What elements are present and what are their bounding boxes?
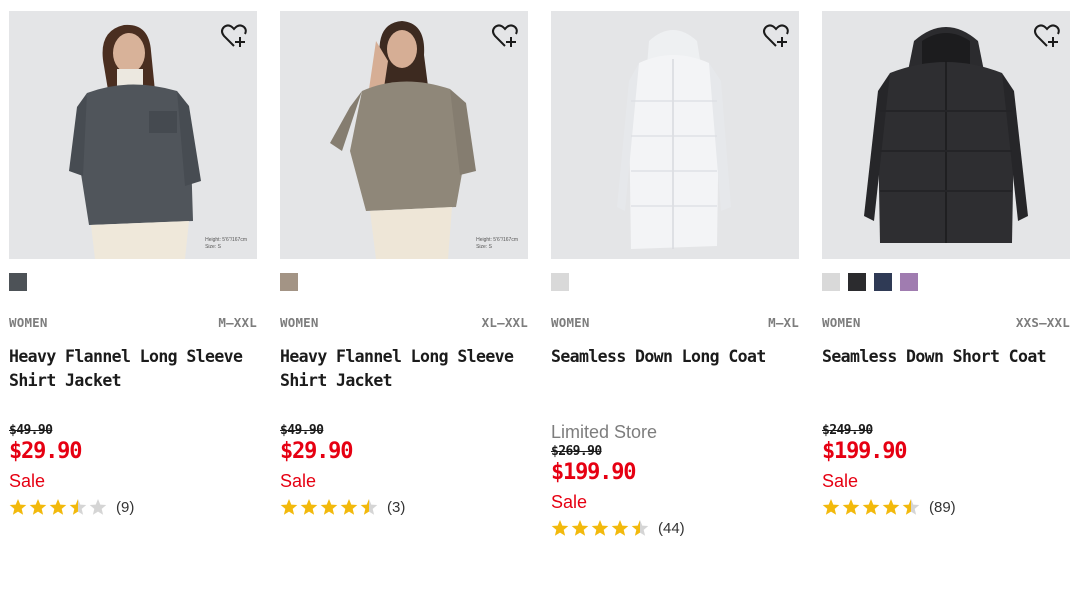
sale-label: Sale xyxy=(822,471,859,491)
star-icon xyxy=(9,499,27,515)
star-icon xyxy=(300,499,318,515)
product-image[interactable] xyxy=(551,11,799,259)
review-count: (3) xyxy=(387,498,406,516)
gender-label: WOMEN xyxy=(9,315,48,330)
original-price: $269.90 xyxy=(551,444,602,459)
sale-price: $199.90 xyxy=(822,439,908,464)
star-icon xyxy=(822,499,840,515)
star-icon xyxy=(320,499,338,515)
star-icon xyxy=(631,520,649,536)
star-icon xyxy=(69,499,87,515)
sale-price: $29.90 xyxy=(9,439,82,464)
model-size-note: Height: 5'6"/167cm Size: S xyxy=(205,237,247,250)
size-range: XXS–XXL xyxy=(1015,315,1070,330)
gender-label: WOMEN xyxy=(551,315,590,330)
price-block: $249.90 $199.90 Sale (89) xyxy=(822,423,1070,518)
star-icon xyxy=(611,520,629,536)
color-swatch[interactable] xyxy=(848,273,866,291)
review-count: (44) xyxy=(658,519,685,537)
original-price: $49.90 xyxy=(280,423,324,438)
star-icon xyxy=(571,520,589,536)
color-swatches xyxy=(551,273,799,291)
rating[interactable]: (3) xyxy=(280,496,528,518)
star-icon xyxy=(29,499,47,515)
gender-label: WOMEN xyxy=(822,315,861,330)
product-card[interactable]: Height: 5'6"/167cm Size: S WOMEN XL–XXL … xyxy=(280,11,528,518)
product-name[interactable]: Heavy Flannel Long Sleeve Shirt Jacket xyxy=(9,345,257,403)
heart-plus-icon[interactable] xyxy=(490,21,520,51)
original-price: $49.90 xyxy=(9,423,53,438)
product-image[interactable]: Height: 5'6"/167cm Size: S xyxy=(9,11,257,259)
price-block: $49.90 $29.90 Sale (3) xyxy=(280,423,528,518)
color-swatch[interactable] xyxy=(822,273,840,291)
product-name[interactable]: Seamless Down Long Coat xyxy=(551,345,799,403)
original-price: $249.90 xyxy=(822,423,873,438)
model-size-note: Height: 5'6"/167cm Size: S xyxy=(476,237,518,250)
review-count: (89) xyxy=(929,498,956,516)
rating[interactable]: (9) xyxy=(9,496,257,518)
product-image[interactable] xyxy=(822,11,1070,259)
color-swatch[interactable] xyxy=(280,273,298,291)
price-block: $49.90 $29.90 Sale (9) xyxy=(9,423,257,518)
star-icon xyxy=(862,499,880,515)
color-swatches xyxy=(9,273,257,291)
product-card[interactable]: WOMEN XXS–XXL Seamless Down Short Coat $… xyxy=(822,11,1070,518)
color-swatch[interactable] xyxy=(900,273,918,291)
gender-label: WOMEN xyxy=(280,315,319,330)
color-swatch[interactable] xyxy=(9,273,27,291)
star-icon xyxy=(551,520,569,536)
star-rating xyxy=(551,519,649,537)
size-range: XL–XXL xyxy=(481,315,528,330)
sale-price: $29.90 xyxy=(280,439,353,464)
star-icon xyxy=(842,499,860,515)
product-image[interactable]: Height: 5'6"/167cm Size: S xyxy=(280,11,528,259)
review-count: (9) xyxy=(116,498,135,516)
star-icon xyxy=(591,520,609,536)
star-icon xyxy=(360,499,378,515)
sale-label: Sale xyxy=(551,492,588,512)
heart-plus-icon[interactable] xyxy=(761,21,791,51)
rating[interactable]: (44) xyxy=(551,517,799,539)
product-name[interactable]: Heavy Flannel Long Sleeve Shirt Jacket xyxy=(280,345,528,403)
sale-price: $199.90 xyxy=(551,460,637,485)
star-icon xyxy=(89,499,107,515)
product-card[interactable]: WOMEN M–XL Seamless Down Long Coat Limit… xyxy=(551,11,799,539)
star-rating xyxy=(9,498,107,516)
color-swatches xyxy=(822,273,1070,291)
product-meta: WOMEN XXS–XXL xyxy=(822,315,1070,331)
size-range: M–XL xyxy=(768,315,799,330)
star-rating xyxy=(822,498,920,516)
star-icon xyxy=(902,499,920,515)
star-icon xyxy=(882,499,900,515)
heart-plus-icon[interactable] xyxy=(1032,21,1062,51)
product-meta: WOMEN M–XL xyxy=(551,315,799,331)
color-swatch[interactable] xyxy=(874,273,892,291)
product-card[interactable]: Height: 5'6"/167cm Size: S WOMEN M–XXL H… xyxy=(9,11,257,518)
sale-label: Sale xyxy=(9,471,46,491)
product-name[interactable]: Seamless Down Short Coat xyxy=(822,345,1070,403)
color-swatch[interactable] xyxy=(551,273,569,291)
size-range: M–XXL xyxy=(218,315,257,330)
product-grid: Height: 5'6"/167cm Size: S WOMEN M–XXL H… xyxy=(0,0,1080,597)
product-meta: WOMEN XL–XXL xyxy=(280,315,528,331)
rating[interactable]: (89) xyxy=(822,496,1070,518)
star-icon xyxy=(49,499,67,515)
product-meta: WOMEN M–XXL xyxy=(9,315,257,331)
star-rating xyxy=(280,498,378,516)
sale-label: Sale xyxy=(280,471,317,491)
star-icon xyxy=(280,499,298,515)
color-swatches xyxy=(280,273,528,291)
limited-store-label: Limited Store xyxy=(551,422,658,442)
price-block: Limited Store $269.90 $199.90 Sale (44) xyxy=(551,421,799,539)
heart-plus-icon[interactable] xyxy=(219,21,249,51)
star-icon xyxy=(340,499,358,515)
